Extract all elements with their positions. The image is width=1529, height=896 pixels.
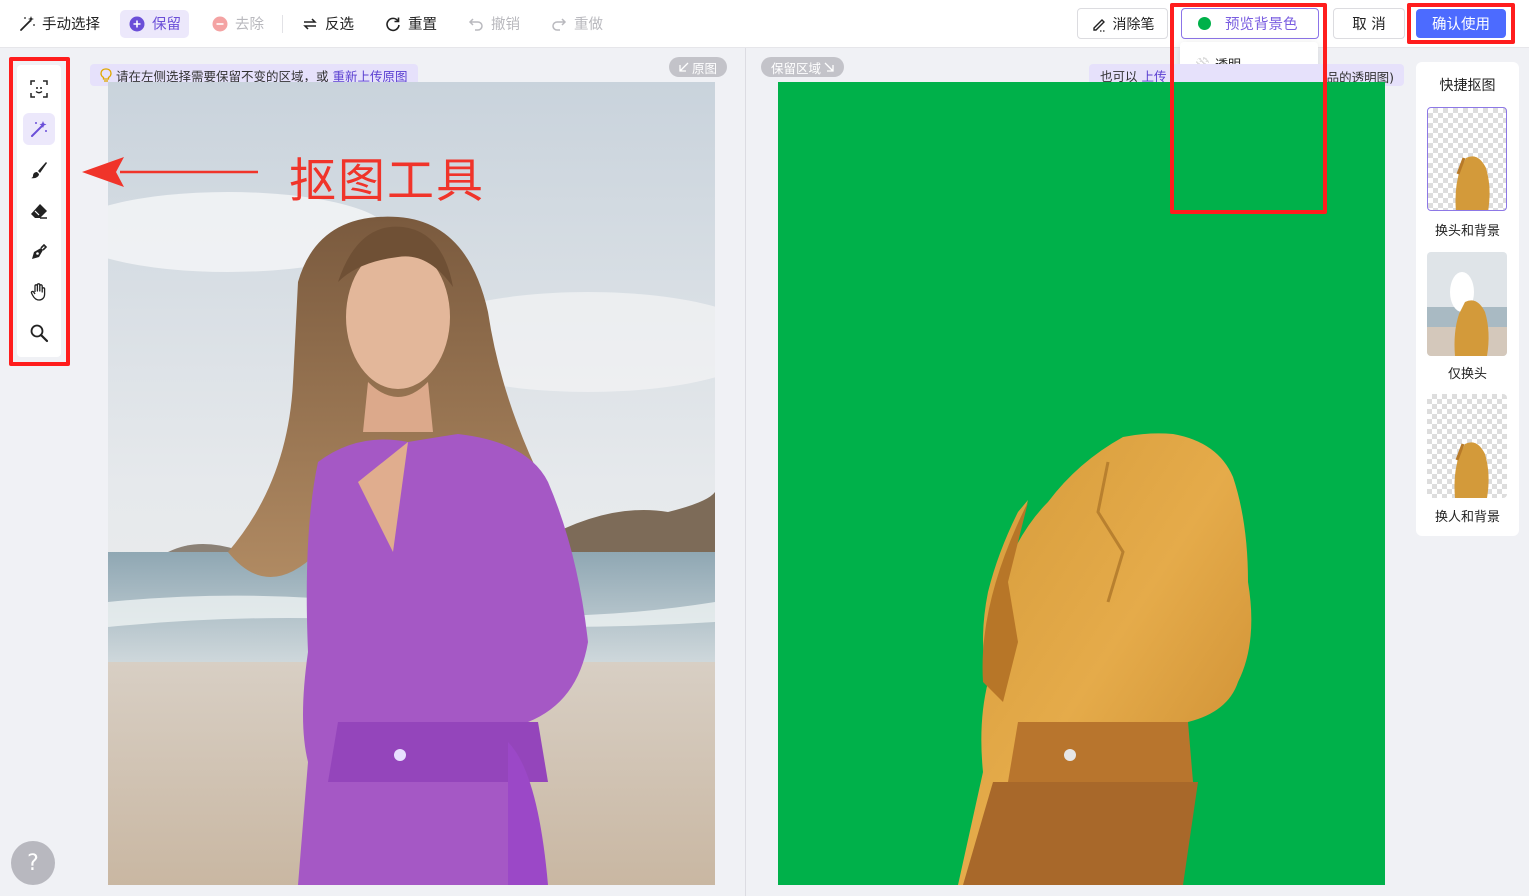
cutout-tool-annotation: 抠图工具 xyxy=(289,154,485,209)
option-label: 仅换头 xyxy=(1447,367,1487,382)
zoom-tool[interactable] xyxy=(23,317,55,349)
brush-tool[interactable] xyxy=(23,154,55,186)
undo-icon xyxy=(467,15,485,33)
result-preview[interactable] xyxy=(778,82,1385,885)
original-tag-label: 原图 xyxy=(692,60,718,76)
reset-label: 重置 xyxy=(408,17,437,33)
cutout-tool-panel xyxy=(17,65,61,357)
refresh-icon xyxy=(384,15,402,33)
kept-area-tag-label: 保留区域 xyxy=(771,60,822,76)
eraser-pen-icon xyxy=(1091,16,1107,32)
plus-circle-icon xyxy=(128,15,146,33)
redo-icon xyxy=(550,15,568,33)
cutout-result-image xyxy=(958,433,1252,885)
toolbar-divider xyxy=(282,14,283,33)
option-person-and-bg[interactable] xyxy=(1427,394,1507,498)
reset-button[interactable]: 重置 xyxy=(376,10,445,38)
eraser-tool[interactable] xyxy=(23,195,55,227)
keep-button[interactable]: 保留 xyxy=(120,9,189,38)
remove-button[interactable]: 去除 xyxy=(203,10,272,38)
undo-button[interactable]: 撤销 xyxy=(459,10,528,38)
brush-icon xyxy=(31,162,47,179)
canvas-divider xyxy=(745,48,746,896)
hand-tool[interactable] xyxy=(23,276,55,308)
green-swatch-icon xyxy=(1198,17,1211,30)
confirm-button[interactable]: 确认使用 xyxy=(1416,9,1506,38)
quick-cutout-title: 快捷抠图 xyxy=(1439,78,1496,94)
invert-button[interactable]: 反选 xyxy=(293,10,362,38)
magic-wand-tool[interactable] xyxy=(23,113,55,145)
kept-area-tag[interactable]: 保留区域 xyxy=(761,57,845,77)
pen-tool[interactable] xyxy=(23,236,55,268)
eraser-pen-label: 消除笔 xyxy=(1112,16,1155,33)
eraser-icon xyxy=(31,204,47,219)
swap-icon xyxy=(301,15,319,33)
preview-bg-select[interactable]: 预览背景色 xyxy=(1181,8,1319,39)
eraser-pen-button[interactable]: 消除笔 xyxy=(1077,8,1168,39)
magic-wand-icon xyxy=(31,121,47,137)
magic-wand-icon xyxy=(18,15,36,33)
invert-label: 反选 xyxy=(325,17,354,33)
original-tag[interactable]: 原图 xyxy=(669,57,728,77)
redo-button[interactable]: 重做 xyxy=(542,10,611,38)
annotation-arrow-icon xyxy=(82,157,258,187)
pen-icon xyxy=(32,243,48,259)
keep-label: 保留 xyxy=(152,17,181,33)
preview-bg-label: 预览背景色 xyxy=(1225,17,1298,33)
manual-select-label: 手动选择 xyxy=(42,17,100,33)
head-only-thumb xyxy=(1427,252,1507,356)
arrow-down-right-icon xyxy=(824,62,834,72)
option-head-only[interactable] xyxy=(1427,252,1507,356)
hand-icon xyxy=(30,283,46,301)
zoom-icon xyxy=(30,324,49,343)
help-button[interactable]: ? xyxy=(11,841,55,885)
smart-select-tool[interactable] xyxy=(23,73,55,105)
bulb-icon xyxy=(100,67,112,83)
redo-label: 重做 xyxy=(574,17,603,33)
smart-select-icon xyxy=(30,80,48,98)
remove-label: 去除 xyxy=(235,17,264,33)
minus-circle-icon xyxy=(211,15,229,33)
arrow-down-left-icon xyxy=(679,62,689,72)
option-label: 换头和背景 xyxy=(1434,224,1500,239)
person-and-bg-thumb xyxy=(1454,442,1489,498)
undo-label: 撤销 xyxy=(491,17,520,33)
quick-cutout-panel: 快捷抠图 换头和背景 仅换头 换人和背景 xyxy=(1416,62,1519,536)
cancel-button[interactable]: 取 消 xyxy=(1333,8,1405,39)
manual-select-button[interactable]: 手动选择 xyxy=(10,10,108,38)
option-label: 换人和背景 xyxy=(1434,510,1500,525)
option-head-and-bg[interactable] xyxy=(1427,107,1507,211)
head-and-bg-thumb xyxy=(1455,156,1490,210)
